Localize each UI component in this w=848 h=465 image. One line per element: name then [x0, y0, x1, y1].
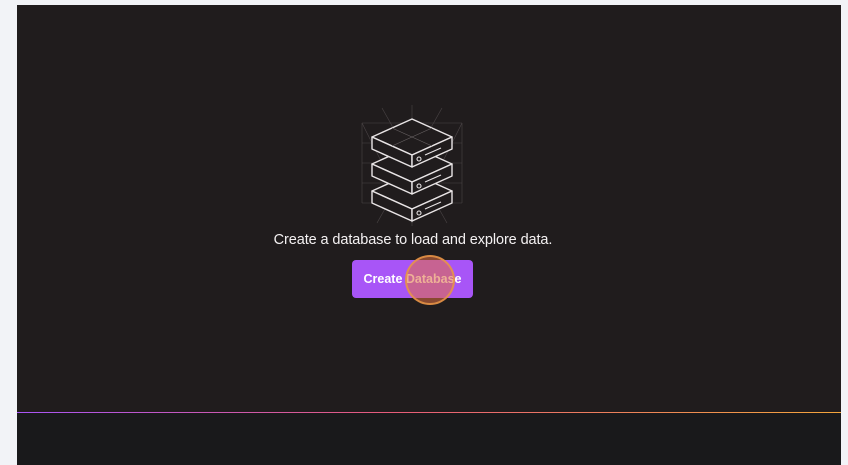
app-window: Create a database to load and explore da… — [17, 5, 841, 465]
empty-state-message: Create a database to load and explore da… — [273, 232, 553, 248]
bottom-panel — [17, 413, 841, 465]
create-database-button[interactable]: Create Database — [352, 260, 473, 298]
database-stack-icon — [361, 105, 463, 226]
empty-state-panel: Create a database to load and explore da… — [17, 5, 841, 412]
